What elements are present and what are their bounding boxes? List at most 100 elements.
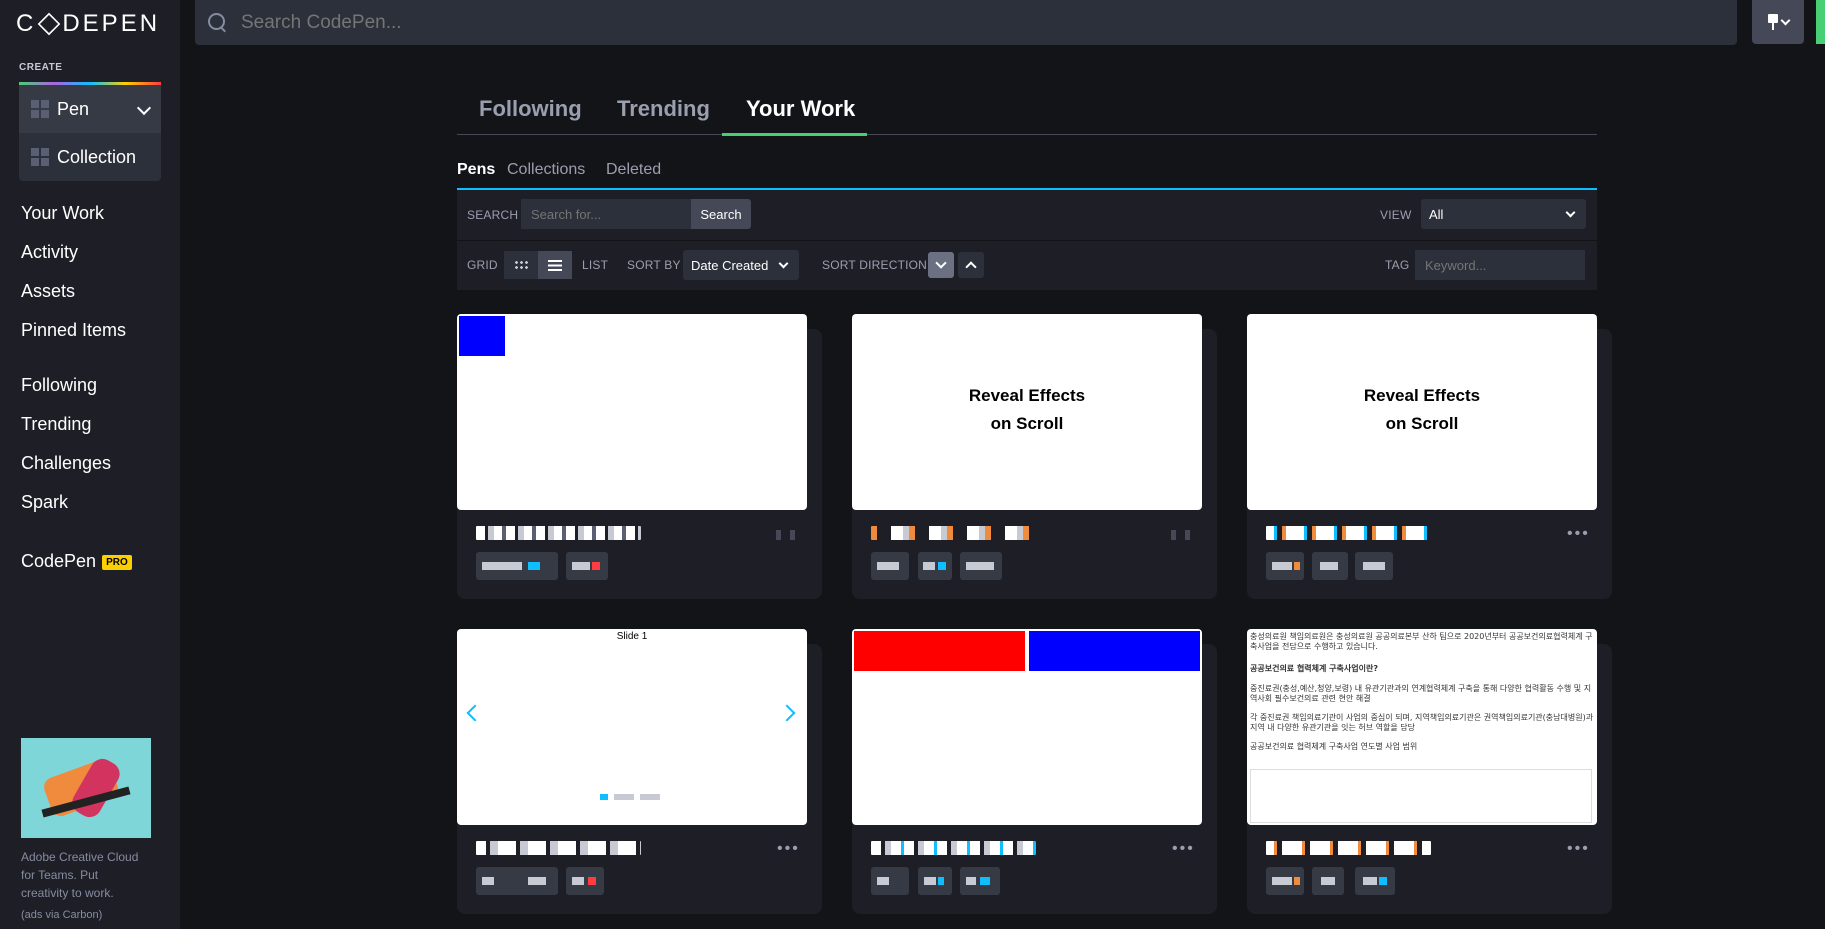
- pen-tag[interactable]: [476, 552, 558, 580]
- create-collection-button[interactable]: Collection: [19, 133, 161, 181]
- pen-preview[interactable]: [457, 314, 807, 510]
- grid-label: GRID: [467, 258, 498, 272]
- global-search-input[interactable]: [241, 11, 841, 34]
- pen-title-redacted[interactable]: [871, 526, 1036, 540]
- nav-challenges[interactable]: Challenges: [21, 453, 111, 474]
- pen-preview[interactable]: Slide 1: [457, 629, 807, 825]
- chevron-right-icon[interactable]: [778, 704, 796, 722]
- more-options-icon[interactable]: •••: [777, 841, 800, 857]
- nav-assets[interactable]: Assets: [21, 281, 75, 302]
- pen-tag[interactable]: [566, 552, 608, 580]
- sort-ascending-button[interactable]: [958, 252, 984, 278]
- pen-tag[interactable]: [1266, 552, 1304, 580]
- pen-stats-redacted: [1171, 530, 1191, 540]
- tag-input[interactable]: [1415, 250, 1585, 280]
- pen-card[interactable]: Reveal Effects on Scroll: [852, 314, 1217, 599]
- nav-your-work[interactable]: Your Work: [21, 203, 104, 224]
- pen-preview[interactable]: [852, 629, 1202, 825]
- subtab-collections[interactable]: Collections: [507, 161, 585, 179]
- pen-search-input[interactable]: [521, 199, 691, 229]
- pen-card[interactable]: Slide 1 •••: [457, 629, 822, 914]
- pen-search-button[interactable]: Search: [691, 199, 751, 229]
- pen-tag[interactable]: [1266, 867, 1304, 895]
- pen-tag[interactable]: [918, 867, 952, 895]
- sort-by-value: Date Created: [691, 257, 769, 273]
- preview-paragraph: 충성의료원 책임의료원은 충성의료원 공공의료본부 산하 팀으로 2020년부터…: [1250, 632, 1593, 651]
- pen-tag[interactable]: [566, 867, 604, 895]
- more-options-icon[interactable]: •••: [1172, 841, 1195, 857]
- pen-title-redacted[interactable]: [1266, 841, 1431, 855]
- pen-tag[interactable]: [1355, 552, 1393, 580]
- preview-heading-line: on Scroll: [990, 414, 1064, 433]
- slider-pagination[interactable]: [600, 794, 660, 800]
- global-search-bar: [195, 0, 1737, 45]
- pen-title-redacted[interactable]: [476, 841, 641, 855]
- more-options-icon[interactable]: •••: [1567, 526, 1590, 542]
- pen-tag[interactable]: [1312, 552, 1348, 580]
- chevron-left-icon[interactable]: [466, 704, 484, 722]
- codepen-pro-label: CodePen: [21, 551, 97, 571]
- pen-preview[interactable]: 충성의료원 책임의료원은 충성의료원 공공의료본부 산하 팀으로 2020년부터…: [1247, 629, 1597, 825]
- preview-heading-line: Reveal Effects: [1363, 386, 1481, 405]
- pen-tag[interactable]: [918, 552, 952, 580]
- tag-label: TAG: [1385, 258, 1410, 272]
- pen-tag[interactable]: [871, 552, 909, 580]
- view-select[interactable]: All: [1421, 199, 1586, 229]
- pen-title-redacted[interactable]: [1266, 526, 1431, 540]
- filter-divider: [457, 240, 1597, 241]
- subtab-deleted[interactable]: Deleted: [606, 161, 661, 179]
- pen-tag[interactable]: [871, 867, 909, 895]
- collection-grid-icon: [31, 148, 49, 166]
- search-icon: [207, 12, 229, 34]
- create-pen-button[interactable]: Pen: [19, 85, 161, 133]
- nav-spark[interactable]: Spark: [21, 492, 68, 513]
- preview-paragraph: 중진료권(충성,예산,청양,보령) 내 유관기관과의 연계협력체계 구축을 통해…: [1250, 684, 1592, 703]
- preview-blue-box: [459, 316, 505, 356]
- pen-tag[interactable]: [1355, 867, 1395, 895]
- sort-direction-label: SORT DIRECTION: [822, 258, 928, 272]
- nav-activity[interactable]: Activity: [21, 242, 78, 263]
- sort-descending-button[interactable]: [928, 252, 954, 278]
- pen-tag[interactable]: [476, 867, 558, 895]
- grid-view-button[interactable]: [504, 251, 538, 279]
- pen-tag[interactable]: [1312, 867, 1344, 895]
- tab-your-work[interactable]: Your Work: [746, 96, 855, 122]
- pen-card[interactable]: [457, 314, 822, 599]
- pen-card[interactable]: 충성의료원 책임의료원은 충성의료원 공공의료본부 산하 팀으로 2020년부터…: [1247, 629, 1612, 914]
- pen-title-redacted[interactable]: [871, 841, 1036, 855]
- preview-heading-line: on Scroll: [1385, 414, 1459, 433]
- create-collection-label: Collection: [57, 146, 137, 167]
- ad-image[interactable]: [21, 738, 151, 838]
- pen-grid-icon: [31, 100, 49, 118]
- edge-indicator: [1816, 0, 1825, 44]
- pen-title-redacted[interactable]: [476, 526, 641, 540]
- create-box: Pen Collection: [19, 85, 161, 181]
- ad-text[interactable]: Adobe Creative Cloud for Teams. Put crea…: [21, 848, 141, 902]
- chevron-down-icon: [935, 257, 947, 269]
- pen-tag[interactable]: [960, 867, 1000, 895]
- sort-by-select[interactable]: Date Created: [683, 250, 799, 280]
- tab-trending[interactable]: Trending: [617, 96, 710, 122]
- tab-following[interactable]: Following: [479, 96, 582, 122]
- pen-preview[interactable]: Reveal Effects on Scroll: [852, 314, 1202, 510]
- codepen-app: C DEPEN CREATE Pen Collection Your Work A…: [0, 0, 1825, 929]
- pen-tag[interactable]: [960, 552, 1002, 580]
- broken-image-box: [1250, 769, 1592, 823]
- chevron-down-icon: [778, 258, 789, 269]
- pen-preview[interactable]: Reveal Effects on Scroll: [1247, 314, 1597, 510]
- create-label: CREATE: [19, 62, 63, 73]
- ad-via[interactable]: (ads via Carbon): [21, 909, 102, 921]
- nav-following[interactable]: Following: [21, 375, 97, 396]
- pinned-items-button[interactable]: [1752, 0, 1804, 44]
- pen-card[interactable]: •••: [852, 629, 1217, 914]
- nav-codepen-pro[interactable]: CodePen PRO: [21, 551, 132, 572]
- chevron-down-icon[interactable]: [136, 100, 152, 116]
- nav-pinned-items[interactable]: Pinned Items: [21, 320, 126, 341]
- preview-blue-box: [1029, 631, 1200, 671]
- more-options-icon[interactable]: •••: [1567, 841, 1590, 857]
- codepen-logo[interactable]: C DEPEN: [16, 10, 160, 38]
- pen-card[interactable]: Reveal Effects on Scroll •••: [1247, 314, 1612, 599]
- subtab-pens[interactable]: Pens: [457, 161, 495, 179]
- nav-trending[interactable]: Trending: [21, 414, 91, 435]
- list-view-button[interactable]: [538, 251, 572, 279]
